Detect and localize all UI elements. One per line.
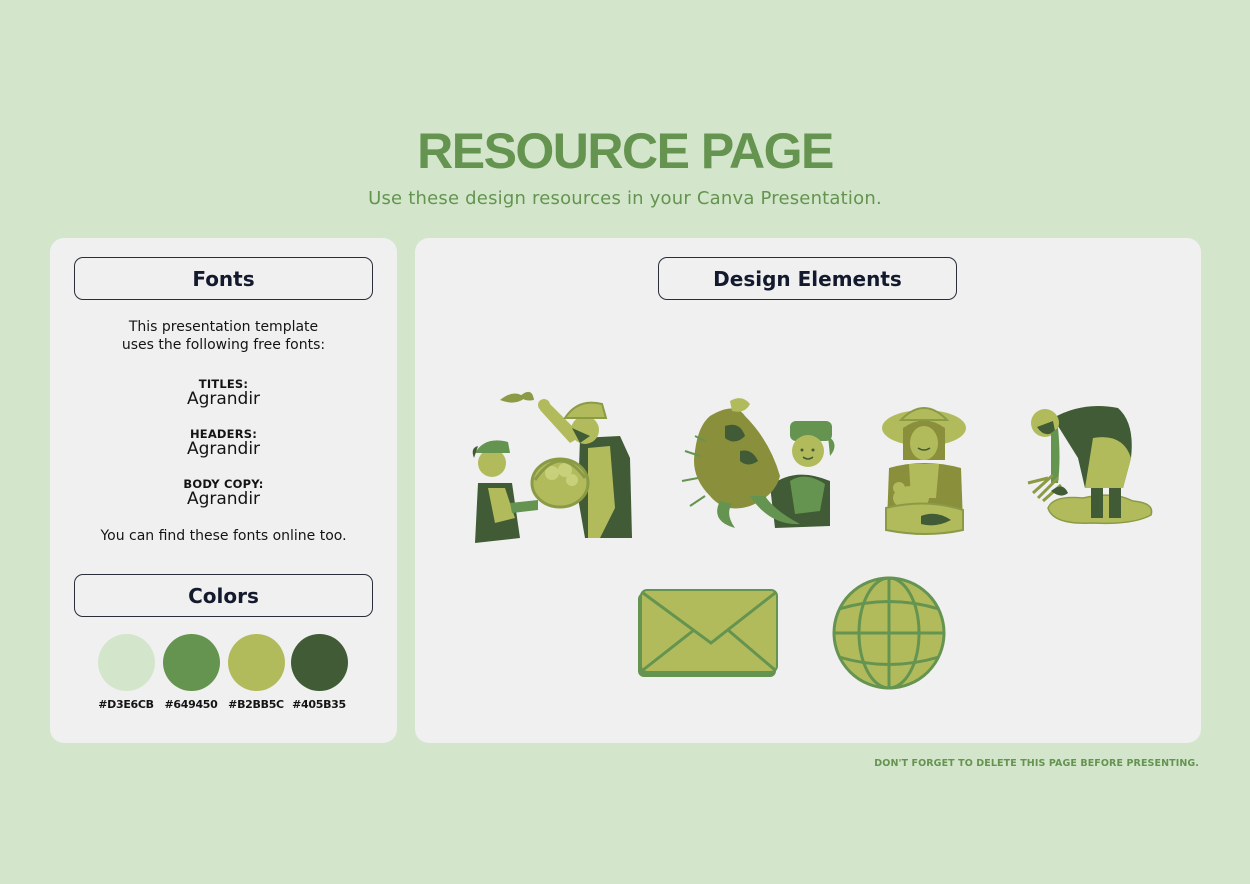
color-swatch [163,634,220,691]
fonts-intro: This presentation template uses the foll… [50,318,397,354]
woman-with-chicken-illustration [882,407,966,535]
font-entry-titles: TITLES: Agrandir [50,377,397,409]
color-hex-label: #649450 [164,698,218,711]
font-entry-name: Agrandir [186,489,261,509]
color-swatch [98,634,155,691]
fonts-outro: You can find these fonts online too. [100,528,347,544]
footer-note: DON'T FORGET TO DELETE THIS PAGE BEFORE … [874,758,1199,769]
fonts-intro-line1: This presentation template [128,319,319,335]
color-hex-label: #405B35 [292,698,346,711]
color-hex-label: #D3E6CB [98,698,154,711]
envelope-icon [638,589,778,677]
font-entry-body: BODY COPY: Agrandir [50,477,397,509]
design-elements-heading: Design Elements [658,257,957,300]
color-swatch [291,634,348,691]
farmers-with-basket-illustration [472,391,632,543]
fonts-heading: Fonts [74,257,373,300]
font-entry-name: Agrandir [186,439,261,459]
font-entry-name: Agrandir [186,389,261,409]
fonts-colors-card: Fonts This presentation template uses th… [50,238,397,743]
color-hex-label: #B2BB5C [228,698,284,711]
design-elements-card: Design Elements [415,238,1201,743]
globe-icon [832,576,946,690]
page-title: RESOURCE PAGE [417,123,834,179]
font-entry-headers: HEADERS: Agrandir [50,427,397,459]
farmer-planting-illustration [1027,405,1153,525]
color-swatch [228,634,285,691]
colors-heading: Colors [74,574,373,617]
page-subtitle: Use these design resources in your Canva… [368,188,882,209]
fonts-intro-line2: uses the following free fonts: [121,337,326,353]
child-with-rooster-illustration [681,398,835,528]
